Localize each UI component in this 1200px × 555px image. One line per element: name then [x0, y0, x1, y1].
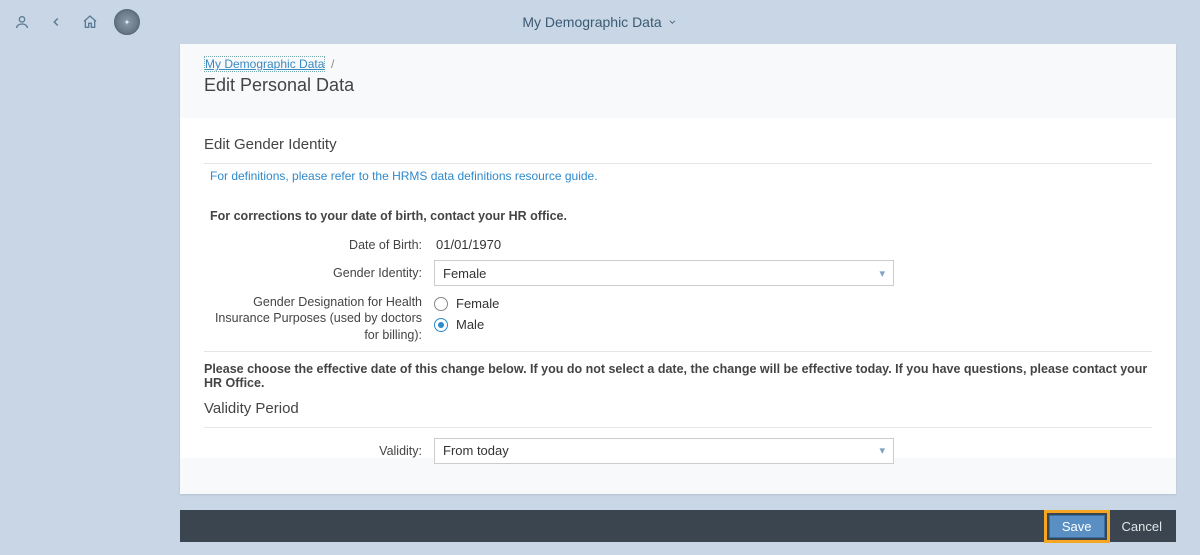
row-gender-identity: Gender Identity: Female ▾ [204, 260, 1152, 286]
app-shell-header: ✦ My Demographic Data [0, 0, 1200, 44]
save-button[interactable]: Save [1049, 515, 1105, 538]
radio-female-label: Female [456, 296, 499, 311]
state-seal-logo: ✦ [114, 9, 140, 35]
dob-instruction: For corrections to your date of birth, c… [204, 209, 1152, 223]
value-dob: 01/01/1970 [434, 237, 501, 252]
row-gender-designation: Gender Designation for Health Insurance … [204, 294, 1152, 343]
radio-group-gender-designation: Female Male [434, 294, 499, 332]
chevron-down-icon: ▾ [879, 444, 885, 457]
breadcrumb-separator: / [331, 57, 334, 71]
label-gender-identity: Gender Identity: [204, 266, 434, 280]
section-heading-validity: Validity Period [204, 400, 1152, 417]
cancel-button[interactable]: Cancel [1116, 519, 1168, 534]
radio-circle-selected-icon [434, 318, 448, 332]
save-highlight: Save [1044, 510, 1110, 543]
header-title-text: My Demographic Data [522, 14, 661, 30]
back-icon[interactable] [46, 12, 66, 32]
validity-instruction: Please choose the effective date of this… [204, 351, 1152, 390]
select-validity[interactable]: From today ▾ [434, 438, 894, 464]
form-area: Edit Gender Identity For definitions, pl… [180, 118, 1176, 458]
footer-action-bar: Save Cancel [180, 510, 1176, 542]
chevron-down-icon: ▾ [879, 267, 885, 280]
header-left-tools: ✦ [12, 9, 140, 35]
breadcrumb-link[interactable]: My Demographic Data [204, 56, 325, 72]
radio-male[interactable]: Male [434, 317, 499, 332]
radio-male-label: Male [456, 317, 484, 332]
resource-guide-link[interactable]: For definitions, please refer to the HRM… [204, 163, 1152, 191]
row-validity: Validity: From today ▾ [204, 438, 1152, 464]
home-icon[interactable] [80, 12, 100, 32]
select-gender-identity[interactable]: Female ▾ [434, 260, 894, 286]
divider [204, 427, 1152, 428]
card-header: My Demographic Data / Edit Personal Data [180, 44, 1176, 102]
page-title: Edit Personal Data [204, 75, 1152, 96]
breadcrumb: My Demographic Data / [204, 56, 1152, 71]
select-gender-identity-value: Female [443, 266, 486, 281]
select-validity-value: From today [443, 443, 509, 458]
page-card: My Demographic Data / Edit Personal Data… [180, 44, 1176, 494]
radio-female[interactable]: Female [434, 296, 499, 311]
label-validity: Validity: [204, 444, 434, 458]
user-icon[interactable] [12, 12, 32, 32]
chevron-down-icon [668, 17, 678, 27]
row-dob: Date of Birth: 01/01/1970 [204, 237, 1152, 252]
radio-circle-icon [434, 297, 448, 311]
label-gender-designation: Gender Designation for Health Insurance … [204, 294, 434, 343]
label-dob: Date of Birth: [204, 238, 434, 252]
header-title-dropdown[interactable]: My Demographic Data [522, 14, 677, 30]
section-heading-gender: Edit Gender Identity [204, 136, 1152, 153]
